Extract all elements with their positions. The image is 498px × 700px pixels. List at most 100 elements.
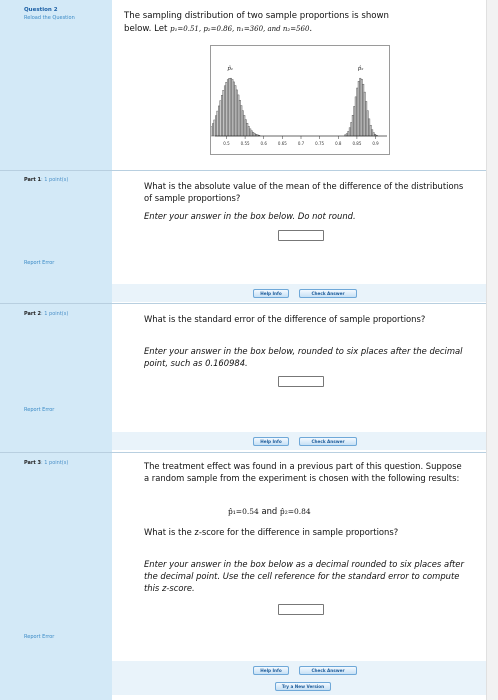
histogram-bar <box>231 79 234 137</box>
try-new-version-button[interactable]: Try a New Version <box>275 682 331 691</box>
question-intro: The sampling distribution of two sample … <box>124 10 474 36</box>
part-1-instruction: Enter your answer in the box below. Do n… <box>144 211 356 221</box>
part-3-intro: The treatment effect was found in a prev… <box>144 461 462 483</box>
part-2-answer-input[interactable] <box>278 376 324 387</box>
histogram-bar <box>247 126 250 137</box>
x-tick-label: 0.5 <box>223 141 230 146</box>
histogram-bar <box>218 105 220 137</box>
histogram-bar <box>221 95 223 137</box>
x-tick-label: 0.75 <box>315 141 324 146</box>
part-3-and: and <box>258 506 280 516</box>
divider <box>0 303 486 304</box>
part-1-label: Part 1: 1 point(s) <box>24 177 68 183</box>
part-2-points: : 1 point(s) <box>40 311 69 317</box>
part-3-instruction: Enter your answer in the box below as a … <box>144 559 464 593</box>
sidebar: Question 2 Reload the Question Part 1: 1… <box>0 0 112 700</box>
histogram-bar <box>234 85 237 137</box>
intro-line-2: below. Let p₁=0.51, p₂=0.86, n₁=360, and… <box>124 23 474 36</box>
intro-prefix: below. Let <box>124 24 168 34</box>
part-1-name: Part 1 <box>24 177 41 183</box>
check-answer-button[interactable]: Check Answer <box>299 289 357 298</box>
histogram-bar <box>369 125 372 137</box>
x-tick-label: 0.8 <box>335 141 342 146</box>
histogram-bar <box>222 90 225 137</box>
histogram-bar <box>225 81 228 137</box>
series-label: p̂₁ <box>227 66 233 72</box>
histogram-bar <box>347 131 350 137</box>
histogram-bar <box>211 126 213 137</box>
histogram-bar <box>219 100 222 137</box>
histogram-bar <box>351 115 354 137</box>
histogram-bar <box>365 101 368 137</box>
sampling-distribution-chart: 0.5 0.55 0.6 0.65 0.7 0.75 0.8 0.85 0.9 p̂₁ p̂₂ <box>210 45 390 155</box>
part-2-instruction: Enter your answer in the box below, roun… <box>144 346 463 368</box>
histogram-bar <box>353 106 356 137</box>
x-tick-label: 0.85 <box>352 141 361 146</box>
histogram-bar <box>232 81 235 137</box>
check-answer-button[interactable]: Check Answer <box>299 666 357 675</box>
histogram-bar <box>350 122 353 137</box>
part-2-question: What is the standard error of the differ… <box>144 314 426 324</box>
histogram-bar <box>226 79 229 137</box>
histogram-bar <box>223 85 226 137</box>
part-2-name: Part 2 <box>24 311 41 317</box>
part-3-name: Part 3 <box>24 460 41 466</box>
part-3-results: p̂₁=0.54 and p̂₂=0.84 <box>228 506 311 516</box>
histogram-bar <box>366 110 369 137</box>
histogram-bar <box>240 105 243 137</box>
histogram-bar <box>356 87 359 137</box>
x-tick-label: 0.6 <box>261 141 268 146</box>
part-3-p2: p̂₂=0.84 <box>279 507 311 516</box>
help-info-button[interactable]: Help Info <box>253 666 289 675</box>
help-info-button[interactable]: Help Info <box>253 289 289 298</box>
histogram-bar <box>237 94 240 137</box>
part-1-points: : 1 point(s) <box>40 177 69 183</box>
report-error-link-2[interactable]: Report Error <box>24 407 54 413</box>
histogram-bar <box>252 132 255 137</box>
histogram-bar <box>372 132 375 137</box>
histogram-bar <box>238 100 241 137</box>
reload-question-link[interactable]: Reload the Question <box>24 15 75 21</box>
divider <box>0 452 486 453</box>
histogram-bar <box>244 119 247 137</box>
histogram-bar <box>348 127 351 137</box>
part-1-answer-input[interactable] <box>278 230 324 241</box>
part-2-button-bar: Help Info Check Answer <box>112 432 486 450</box>
histogram-bar <box>228 78 231 137</box>
part-3-points: : 1 point(s) <box>40 460 69 466</box>
histogram-bar <box>213 119 216 137</box>
histogram-bar <box>216 110 219 137</box>
histogram-bar <box>250 130 253 137</box>
histogram-bar <box>371 129 374 137</box>
scrollbar[interactable] <box>486 0 498 700</box>
part-3-label: Part 3: 1 point(s) <box>24 460 68 466</box>
part-3-question: What is the z-score for the difference i… <box>144 527 399 537</box>
histogram-bar <box>243 115 246 137</box>
histogram-bar <box>235 89 238 137</box>
intro-params: p₁=0.51, p₂=0.86, n₁=360, and n₂=560 <box>170 25 310 33</box>
part-3-button-bar: Help Info Check Answer Try a New Version <box>112 661 486 695</box>
help-info-button[interactable]: Help Info <box>253 437 289 446</box>
histogram-bar <box>360 78 363 137</box>
part-2-label: Part 2: 1 point(s) <box>24 311 68 317</box>
x-tick-label: 0.7 <box>298 141 305 146</box>
report-error-link-3[interactable]: Report Error <box>24 634 54 640</box>
check-answer-button[interactable]: Check Answer <box>299 437 357 446</box>
x-tick-label: 0.65 <box>278 141 287 146</box>
intro-line-1: The sampling distribution of two sample … <box>124 11 390 21</box>
chart-svg: 0.5 0.55 0.6 0.65 0.7 0.75 0.8 0.85 0.9 p̂₁ p̂₂ <box>211 66 387 146</box>
histogram-bar <box>215 115 217 137</box>
part-3-answer-input[interactable] <box>278 604 324 615</box>
histogram-bar <box>241 110 244 137</box>
histogram-bar <box>253 133 256 137</box>
part-3-p1: p̂₁=0.54 <box>228 507 259 516</box>
histogram-bar <box>212 123 214 137</box>
x-tick-label: 0.9 <box>372 141 379 146</box>
histogram-bar <box>229 77 232 137</box>
report-error-link-1[interactable]: Report Error <box>24 260 54 266</box>
histogram-bar <box>357 81 360 137</box>
intro-suffix: . <box>309 24 313 34</box>
histogram-bar <box>354 96 357 137</box>
histogram-bar <box>362 83 365 137</box>
histogram-bar <box>249 128 252 137</box>
